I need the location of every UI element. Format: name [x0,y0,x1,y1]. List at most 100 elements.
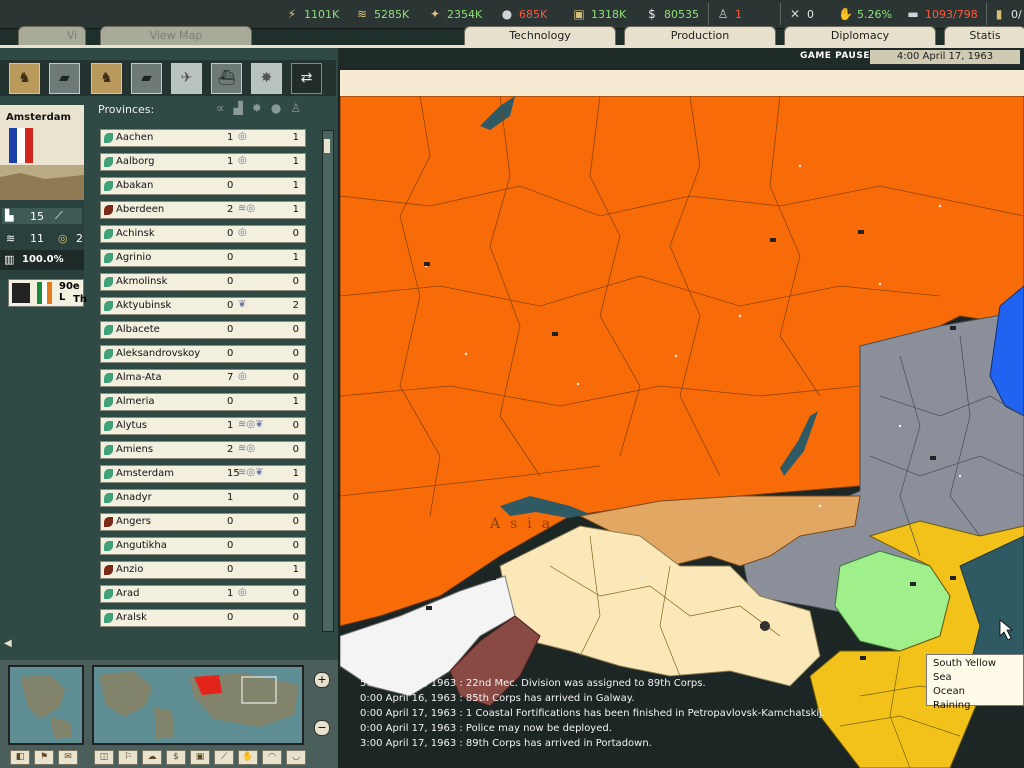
metal-icon: ≋ [6,232,16,245]
province-row[interactable]: Almeria 0 1 [100,393,306,411]
province-list-scrollbar[interactable] [322,130,334,632]
zoom-in-button[interactable]: + [314,672,330,688]
tab-production[interactable]: Production [624,26,776,46]
province-row[interactable]: Abakan 0 1 [100,177,306,195]
mapmode-theater-button[interactable]: ⚐ [118,750,138,765]
road-icon: ⟋ [55,209,63,222]
fortification-stat: ▥ 100.0% [0,250,84,270]
tab-diplomacy[interactable]: Diplomacy [784,26,936,46]
province-row-count: 0 [292,540,299,551]
world-map[interactable]: Asia [340,96,1024,768]
province-row[interactable]: Achinsk 0 ◎ 0 [100,225,306,243]
province-row-count: 0 [292,372,299,383]
province-row[interactable]: Angers 0 0 [100,513,306,531]
province-row[interactable]: Aktyubinsk 0 ❦ 2 [100,297,306,315]
province-row-count: 1 [292,156,299,167]
air-unit-button[interactable]: ✈ [171,63,202,94]
province-row[interactable]: Arad 1 ◎ 0 [100,585,306,603]
province-row-count: 2 [292,300,299,311]
mapmode-resources-button[interactable]: ▣ [190,750,210,765]
log-entry: 3:00 April 17, 1963 : 89th Corps has arr… [360,738,652,749]
tab-statistics[interactable]: Statis [944,26,1024,46]
supply-icon: ◫ [99,752,109,762]
province-row-name: Aberdeen [116,204,165,215]
minimap-world[interactable] [92,665,304,745]
mapmode-partisans-button[interactable]: ✋ [238,750,258,765]
province-row-count: 1 [292,468,299,479]
province-row[interactable]: Aleksandrovskoy 0 0 [100,345,306,363]
province-row-count: 1 [292,564,299,575]
dissent-icon: ✋ [838,7,853,21]
log-entry: 5:00 April 15, 1963 : 22nd Mec. Division… [360,678,706,689]
leaf-icon [104,373,113,383]
province-row[interactable]: Aralsk 0 0 [100,609,306,627]
land-sea-unit-button[interactable]: ⇄ [291,63,322,94]
leader-portrait [12,283,30,303]
province-row[interactable]: Anzio 0 1 [100,561,306,579]
province-row[interactable]: Aalborg 1 ◎ 1 [100,153,306,171]
sort-icons[interactable]: ∝▟✸●♙ [216,101,310,115]
province-row[interactable]: Akmolinsk 0 0 [100,273,306,291]
mapmode-terrain-button[interactable]: ◧ [10,750,30,765]
leaf-icon [104,469,113,479]
province-row[interactable]: Alytus 1 ≋◎❦ 0 [100,417,306,435]
minimap-overview-terrain [20,675,72,739]
province-row-icons: ≋◎❦ [238,419,264,430]
resource-escort: ▮ 0/ [992,6,1022,22]
mech-icon: ♞ [100,70,113,86]
province-row[interactable]: Aberdeen 2 ≋◎ 1 [100,201,306,219]
collapse-arrow-icon[interactable]: ◀ [4,638,12,649]
province-row[interactable]: Alma-Ata 7 ◎ 0 [100,369,306,387]
leaf-icon [104,397,113,407]
divider [780,3,781,25]
terrain-icon: ◧ [15,752,25,762]
province-row-count: 1 [292,180,299,191]
mapmode-naval-button[interactable]: ◡ [286,750,306,765]
energy-icon: ◎ [58,232,68,245]
mech-unit-button[interactable]: ♞ [91,63,122,94]
oil-icon: ● [501,7,513,21]
zoom-out-button[interactable]: − [314,720,330,736]
resource-dissent: ✋ 5.26% [838,7,892,21]
artillery-unit-button[interactable]: ▰ [131,63,162,94]
naval-unit-button[interactable]: ⛴ [211,63,242,94]
mapmode-diplomatic-button[interactable]: ✉ [58,750,78,765]
map-polar-strip [340,70,1024,96]
mapmode-infrastructure-button[interactable]: ⟋ [214,750,234,765]
province-row[interactable]: Aachen 1 ◎ 1 [100,129,306,147]
tab-view[interactable]: Vi [18,26,86,46]
province-row-icons: ◎ [238,155,247,166]
province-row-count: 1 [292,132,299,143]
tab-view-map[interactable]: View Map [100,26,252,46]
game-clock[interactable]: 4:00 April 17, 1963 [870,50,1020,64]
armor-unit-button[interactable]: ▰ [49,63,80,94]
province-row[interactable]: Angutikha 0 0 [100,537,306,555]
mapmode-political-button[interactable]: ⚑ [34,750,54,765]
province-row[interactable]: Amiens 2 ≋◎ 0 [100,441,306,459]
minimap-overview[interactable] [8,665,84,745]
explosion-unit-button[interactable]: ✸ [251,63,282,94]
province-row-value: 1 [227,156,234,167]
mapmode-supply-button[interactable]: ◫ [94,750,114,765]
scroll-thumb[interactable] [324,139,330,153]
province-row-value: 0 [227,228,234,239]
mapmode-economy-button[interactable]: $ [166,750,186,765]
leader-card[interactable]: 90e L Th [8,279,87,307]
leaf-icon [104,277,113,287]
mapmode-weather-button[interactable]: ☁ [142,750,162,765]
province-row[interactable]: Anadyr 1 0 [100,489,306,507]
artillery-icon: ▰ [141,70,152,86]
province-row-count: 1 [292,396,299,407]
infantry-unit-button[interactable]: ♞ [9,63,40,94]
province-row[interactable]: Albacete 0 0 [100,321,306,339]
mapmode-air-button[interactable]: ◠ [262,750,282,765]
province-row[interactable]: Amsterdam 15 ≋◎❦ 1 [100,465,306,483]
province-row-value: 0 [227,252,234,263]
factory-icon: ▙ [5,209,14,222]
province-row[interactable]: Agrinio 0 1 [100,249,306,267]
province-row-icons: ❦ [238,299,247,310]
province-row-value: 0 [227,180,234,191]
tab-technology[interactable]: Technology [464,26,616,46]
explosion-icon: ✸ [260,70,273,86]
province-row-count: 0 [292,228,299,239]
